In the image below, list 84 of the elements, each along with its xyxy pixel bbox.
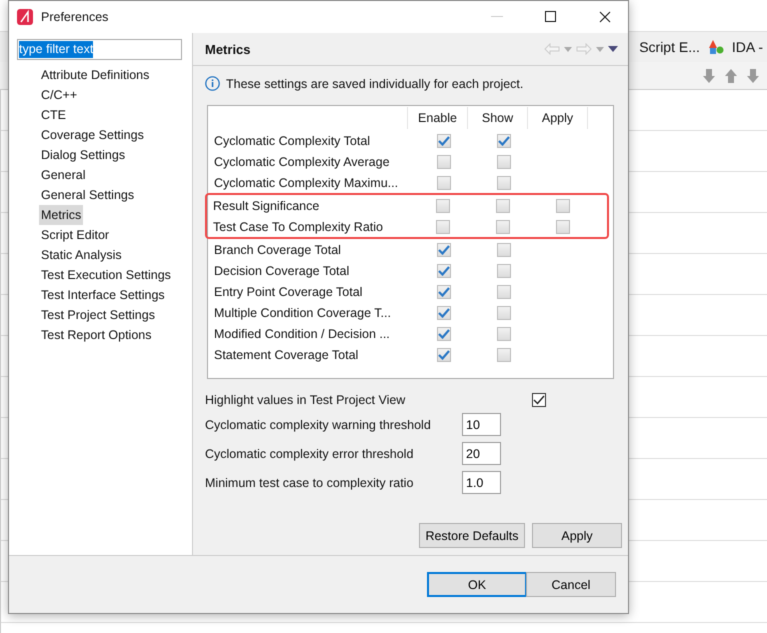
checkbox[interactable]: [497, 306, 511, 320]
down-arrow-icon: [701, 68, 717, 84]
checkbox[interactable]: [497, 154, 511, 168]
menu-caret-icon[interactable]: [608, 46, 618, 52]
ok-button[interactable]: OK: [427, 572, 527, 597]
info-message: These settings are saved individually for each project.: [226, 76, 524, 90]
tree-item[interactable]: Test Interface Settings: [39, 285, 167, 305]
app-logo-icon: [17, 9, 33, 25]
tree-item[interactable]: Script Editor: [39, 225, 112, 245]
forward-arrow-icon[interactable]: [576, 43, 592, 55]
shapes-icon: [708, 39, 724, 55]
tree-item[interactable]: C/C++: [39, 85, 80, 105]
column-header: Show: [467, 107, 528, 129]
checkbox[interactable]: [497, 326, 511, 340]
checkbox[interactable]: [497, 284, 511, 298]
metric-name: Branch Coverage Total: [214, 242, 342, 256]
tab-label[interactable]: Script E...: [639, 39, 700, 55]
metric-name: Entry Point Coverage Total: [214, 284, 364, 298]
metric-name: Cyclomatic Complexity Maximu...: [214, 176, 400, 190]
column-header: Apply: [527, 107, 588, 129]
checkbox[interactable]: [497, 264, 511, 278]
tree-item[interactable]: Attribute Definitions: [39, 65, 152, 85]
filter-field[interactable]: type filter text: [17, 39, 182, 60]
metric-name: Cyclomatic Complexity Total: [214, 134, 372, 148]
tree-item[interactable]: CTE: [39, 105, 68, 125]
checkbox[interactable]: [497, 134, 511, 148]
tree-item[interactable]: Metrics: [39, 205, 84, 225]
checkbox[interactable]: [556, 198, 570, 212]
tree-item[interactable]: Static Analysis: [39, 245, 124, 265]
checkbox[interactable]: [496, 220, 510, 234]
checkbox[interactable]: [437, 154, 451, 168]
metric-name: Result Significance: [213, 198, 320, 212]
option-label: Cyclomatic complexity error threshold: [205, 446, 414, 460]
checkbox[interactable]: [437, 348, 451, 362]
checkbox[interactable]: [437, 306, 451, 320]
metric-name: Test Case To Complexity Ratio: [213, 220, 384, 234]
tree-item[interactable]: General Settings: [39, 185, 136, 205]
maximize-icon[interactable]: [545, 11, 557, 23]
dropdown-caret-icon[interactable]: [596, 46, 604, 52]
apply-button[interactable]: Apply: [532, 523, 622, 548]
option-label: Highlight values in Test Project View: [205, 393, 406, 407]
dropdown-caret-icon[interactable]: [564, 46, 572, 52]
threshold-field[interactable]: 20: [462, 442, 501, 465]
down-arrow-icon: [745, 68, 761, 84]
checkbox[interactable]: [436, 198, 450, 212]
cancel-button[interactable]: Cancel: [526, 572, 616, 597]
checkbox[interactable]: [556, 220, 570, 234]
threshold-field[interactable]: 10: [462, 413, 501, 436]
checkbox[interactable]: [532, 393, 546, 407]
back-arrow-icon[interactable]: [544, 43, 560, 55]
option-label: Cyclomatic complexity warning threshold: [205, 418, 432, 432]
checkbox[interactable]: [437, 284, 451, 298]
checkbox[interactable]: [437, 134, 451, 148]
tree-item[interactable]: Coverage Settings: [39, 125, 146, 145]
tree-item[interactable]: Dialog Settings: [39, 145, 128, 165]
tree-item[interactable]: General: [39, 165, 88, 185]
window-title: Preferences: [41, 10, 110, 24]
checkbox[interactable]: [437, 326, 451, 340]
option-label: Minimum test case to complexity ratio: [205, 476, 414, 490]
up-arrow-icon: [723, 68, 739, 84]
minimize-icon[interactable]: [491, 16, 503, 18]
restore-defaults-button[interactable]: Restore Defaults: [419, 523, 525, 548]
tree-item[interactable]: Test Report Options: [39, 325, 154, 345]
metric-name: Statement Coverage Total: [214, 348, 360, 362]
metric-name: Decision Coverage Total: [214, 264, 350, 278]
column-header: Enable: [407, 107, 468, 129]
metric-name: Cyclomatic Complexity Average: [214, 154, 391, 168]
tab-label[interactable]: IDA -: [732, 39, 763, 55]
checkbox[interactable]: [497, 348, 511, 362]
info-icon: [205, 76, 220, 91]
close-icon[interactable]: [599, 11, 611, 23]
checkbox[interactable]: [496, 198, 510, 212]
metric-name: Multiple Condition Coverage T...: [214, 306, 392, 320]
checkbox[interactable]: [437, 264, 451, 278]
checkbox[interactable]: [497, 176, 511, 190]
tree-item[interactable]: Test Execution Settings: [39, 265, 173, 285]
metric-name: Modified Condition / Decision ...: [214, 326, 391, 340]
tree-item[interactable]: Test Project Settings: [39, 305, 157, 325]
checkbox[interactable]: [437, 176, 451, 190]
checkbox[interactable]: [437, 242, 451, 256]
page-title: Metrics: [205, 42, 252, 56]
threshold-field[interactable]: 1.0: [462, 471, 501, 494]
checkbox[interactable]: [436, 220, 450, 234]
checkbox[interactable]: [497, 242, 511, 256]
